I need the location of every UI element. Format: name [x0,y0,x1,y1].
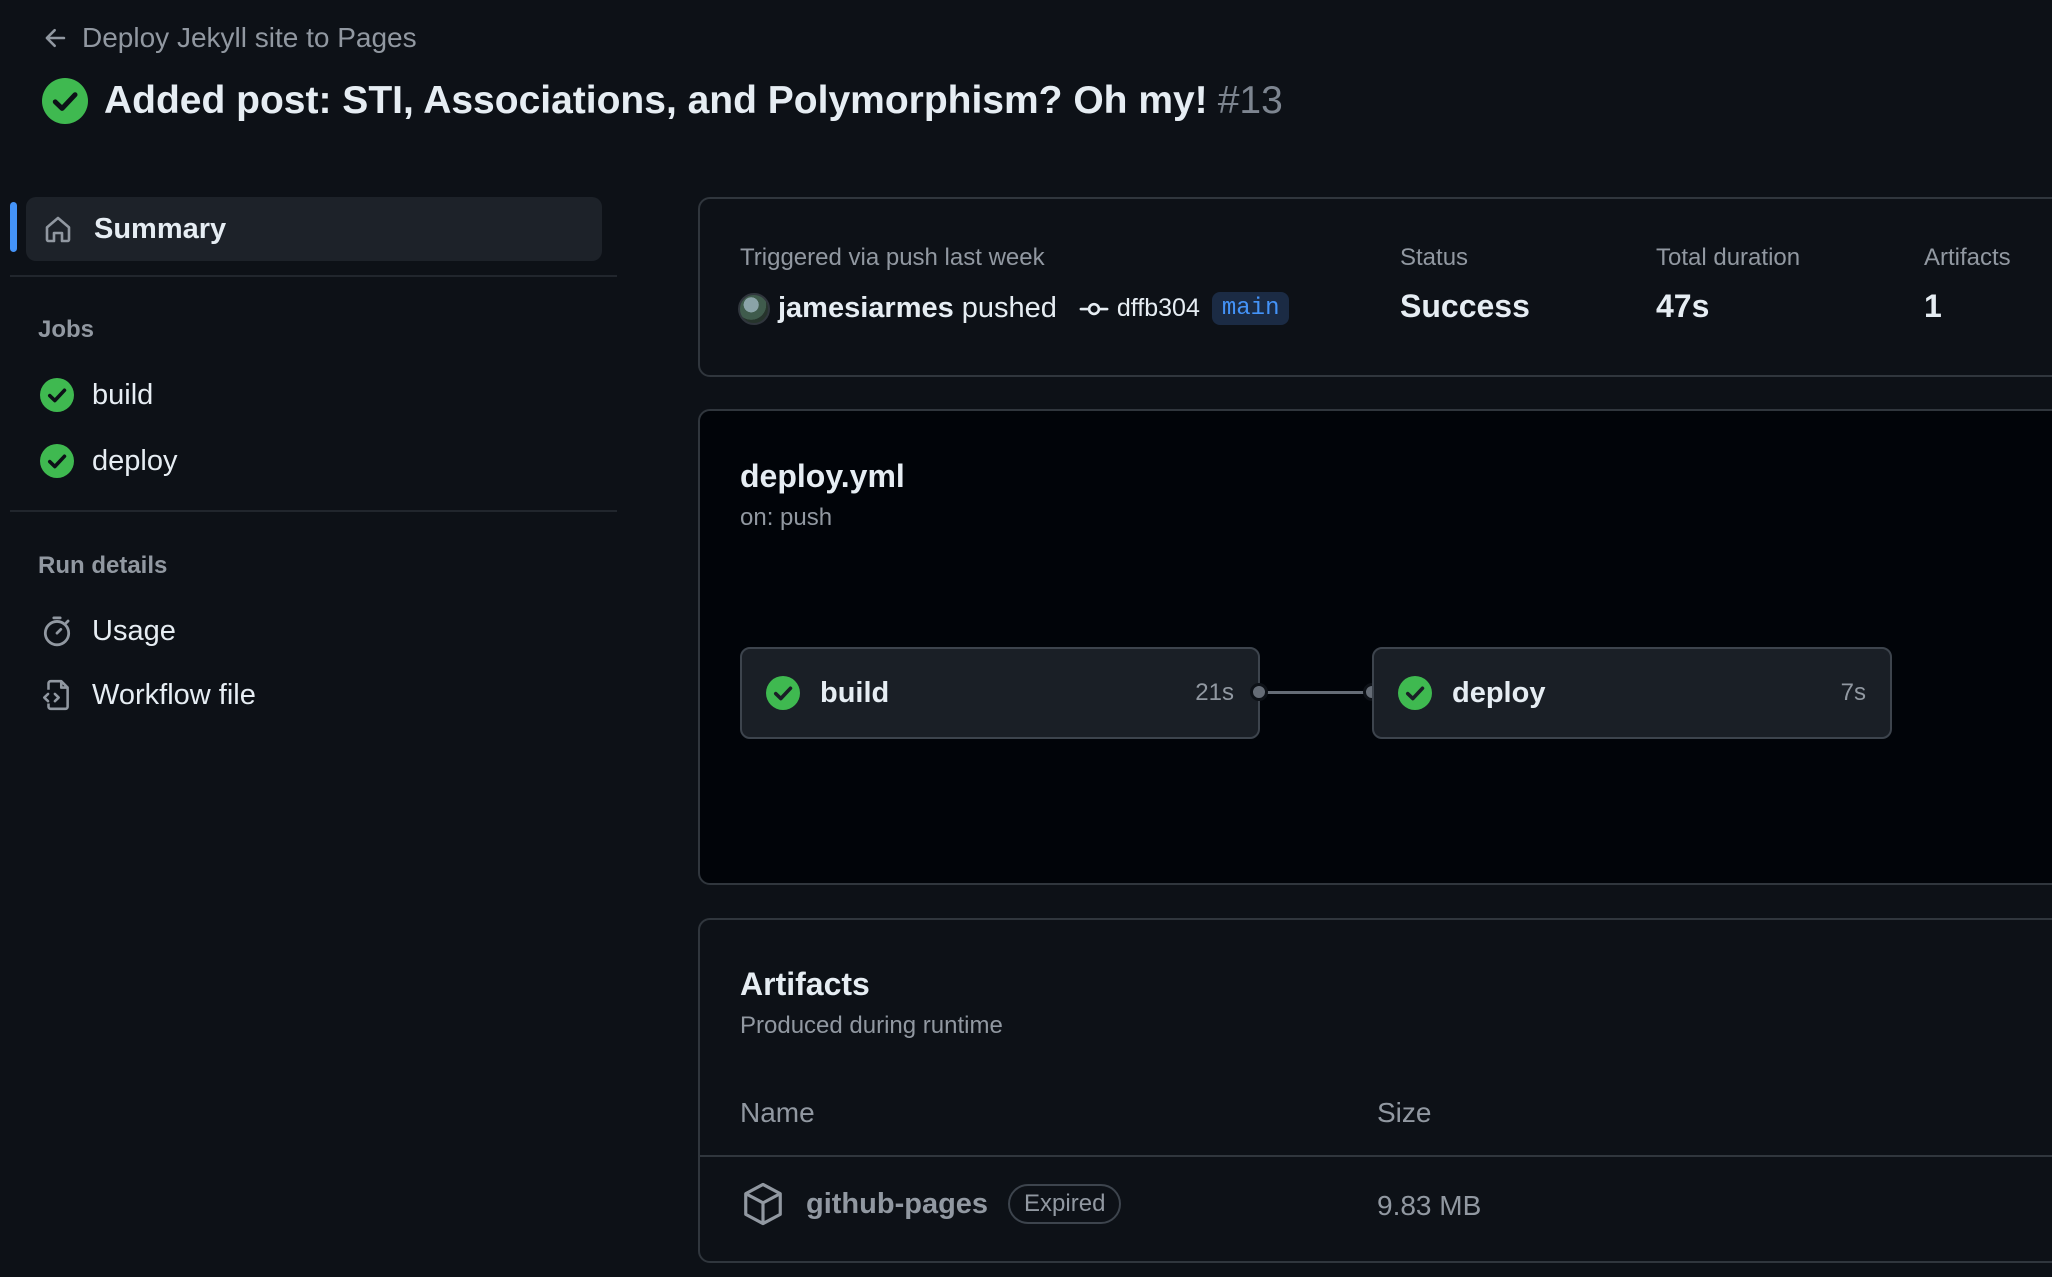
artifacts-count-value[interactable]: 1 [1924,288,1942,325]
page-title: Added post: STI, Associations, and Polym… [104,79,1283,122]
commit-sha-link[interactable]: dffb304 [1117,294,1200,323]
sidebar-item-usage[interactable]: Usage [40,614,176,648]
trigger-label: Triggered via push last week [740,244,1045,271]
graph-connector-dot [1250,683,1268,701]
artifact-name[interactable]: github-pages [806,1188,988,1221]
active-indicator [10,202,17,252]
sidebar-item-label: Summary [94,212,227,245]
check-circle-icon [40,378,74,412]
arrow-left-icon [42,25,68,51]
job-name: deploy [1452,676,1546,709]
table-row: github-pages Expired [740,1181,1122,1227]
sidebar-divider [10,275,617,277]
stopwatch-icon [40,614,74,648]
check-circle-icon [42,78,88,124]
status-label: Status [1400,244,1469,271]
avatar[interactable] [738,292,770,325]
branch-badge[interactable]: main [1211,292,1290,325]
sidebar-divider [10,510,617,512]
graph-job-deploy[interactable]: deploy 7s [1372,647,1892,739]
column-header-size: Size [1377,1097,1432,1128]
workflow-file-name: deploy.yml [740,458,905,494]
page-title-row: Added post: STI, Associations, and Polym… [42,78,1283,124]
status-value: Success [1400,288,1530,324]
graph-job-build[interactable]: build 21s [740,647,1260,739]
run-number: #13 [1217,79,1283,122]
trigger-details: jamesiarmes pushed dffb304 main [738,292,1290,325]
sidebar-item-summary[interactable]: Summary [26,197,602,261]
sidebar-item-label: Usage [92,614,176,647]
sidebar-item-job-deploy[interactable]: deploy [40,444,177,478]
check-circle-icon [1398,676,1432,710]
run-summary-card [698,197,2052,377]
back-link-label: Deploy Jekyll site to Pages [82,22,417,53]
run-details-heading: Run details [38,552,168,579]
actor-link[interactable]: jamesiarmes [778,292,954,325]
git-commit-icon [1079,294,1109,324]
sidebar-item-label: build [92,378,154,411]
duration-label: Total duration [1656,244,1801,271]
home-icon [42,213,74,245]
check-circle-icon [40,444,74,478]
status-badge: Expired [1008,1184,1122,1224]
package-icon [740,1181,786,1227]
artifacts-count-label: Artifacts [1924,244,2011,271]
file-code-icon [40,678,74,712]
workflow-trigger: on: push [740,504,833,531]
sidebar-item-label: deploy [92,444,178,477]
job-duration: 7s [1840,679,1866,706]
artifacts-title: Artifacts [740,966,870,1002]
job-name: build [820,676,890,709]
sidebar-item-label: Workflow file [92,678,256,711]
graph-connector-line [1267,691,1373,694]
table-divider [700,1155,2052,1157]
jobs-heading: Jobs [38,316,95,343]
artifacts-subtitle: Produced during runtime [740,1012,1003,1039]
sidebar-item-workflow-file[interactable]: Workflow file [40,678,256,712]
duration-value: 47s [1656,288,1710,324]
column-header-name: Name [740,1097,815,1128]
actor-action: pushed [961,292,1057,324]
artifact-size: 9.83 MB [1377,1190,1482,1221]
sidebar-item-job-build[interactable]: build [40,378,153,412]
check-circle-icon [766,676,800,710]
back-link[interactable]: Deploy Jekyll site to Pages [42,22,417,54]
job-duration: 21s [1195,679,1234,706]
